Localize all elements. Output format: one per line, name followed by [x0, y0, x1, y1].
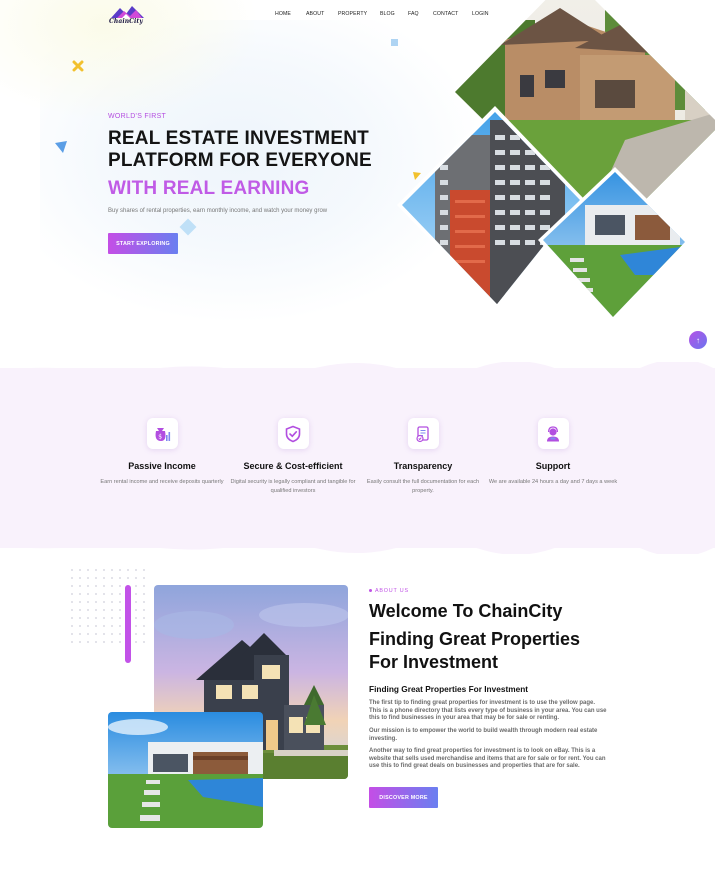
yellow-cross-icon	[72, 60, 84, 72]
feature-support: Support We are available 24 hours a day …	[488, 418, 618, 487]
about-title: Finding Great Properties For Investment	[369, 684, 529, 694]
hero-subtitle: Buy shares of rental properties, earn mo…	[108, 208, 328, 214]
feature-desc: We are available 24 hours a day and 7 da…	[488, 479, 618, 485]
feature-title: Transparency	[393, 461, 453, 471]
band-top-edge	[0, 362, 715, 374]
about-paragraph-1: The first tip to finding great propertie…	[369, 700, 607, 722]
scroll-top-button[interactable]: ↑	[689, 331, 707, 349]
logo[interactable]: ChainCity	[108, 4, 148, 26]
feature-secure: Secure & Cost-efficient Digital security…	[228, 418, 358, 496]
hero-kicker: WORLD'S FIRST	[108, 113, 167, 120]
purple-bar-deco	[125, 585, 131, 663]
hero-accent: WITH REAL EARNING	[108, 178, 310, 199]
about-paragraph-3: Another way to find great properties for…	[369, 748, 606, 770]
arrow-up-icon: ↑	[696, 335, 700, 345]
svg-text:$: $	[158, 433, 162, 440]
feature-title: Support	[535, 461, 571, 471]
nav-about[interactable]: ABOUT	[306, 11, 324, 17]
feature-transparency: Transparency Easily consult the full doc…	[358, 418, 488, 496]
blue-triangle-icon	[55, 141, 67, 153]
feature-icon-box	[407, 418, 439, 449]
feature-desc: Easily consult the full documentation fo…	[366, 479, 480, 494]
feature-desc: Earn rental income and receive deposits …	[100, 479, 224, 485]
about-subheading: Finding Great Properties For Investment	[369, 628, 580, 674]
hero-title-line2: PLATFORM FOR EVERYONE	[108, 150, 372, 171]
feature-title: Passive Income	[128, 461, 196, 471]
hero-title: REAL ESTATE INVESTMENT PLATFORM FOR EVER…	[108, 128, 372, 172]
band-bottom-edge	[0, 542, 715, 554]
about-paragraph-2: Our mission is to empower the world to b…	[369, 728, 598, 742]
feature-icon-box	[537, 418, 569, 449]
feature-title: Secure & Cost-efficient	[243, 461, 343, 471]
shield-check-icon	[285, 425, 301, 442]
about-subheading-line2: For Investment	[369, 652, 499, 672]
modern-house-photo	[108, 712, 263, 828]
hero-title-line1: REAL ESTATE INVESTMENT	[108, 128, 369, 149]
hero-image-collage	[397, 0, 715, 322]
dot-pattern-deco	[68, 566, 148, 646]
feature-icon-box	[277, 418, 309, 449]
nav-property[interactable]: PROPERTY	[338, 11, 367, 17]
document-check-icon	[416, 425, 429, 442]
money-bag-icon: $	[155, 427, 171, 441]
discover-more-button[interactable]: DISCOVER MORE	[369, 787, 438, 808]
about-subheading-line1: Finding Great Properties	[369, 629, 581, 649]
about-kicker: ABOUT US	[369, 588, 409, 594]
support-agent-icon	[547, 425, 559, 441]
start-exploring-button[interactable]: START EXPLORING	[108, 233, 178, 254]
logo-text: ChainCity	[109, 18, 143, 25]
nav-blog[interactable]: BLOG	[380, 11, 395, 17]
nav-home[interactable]: HOME	[275, 11, 291, 17]
feature-desc: Digital security is legally compliant an…	[230, 479, 356, 494]
about-heading: Welcome To ChainCity	[369, 601, 563, 621]
page: ChainCity HOME ABOUT PROPERTY BLOG FAQ C…	[0, 0, 715, 870]
feature-icon-box: $	[146, 418, 178, 449]
feature-passive-income: $ Passive Income Earn rental income and …	[97, 418, 227, 487]
